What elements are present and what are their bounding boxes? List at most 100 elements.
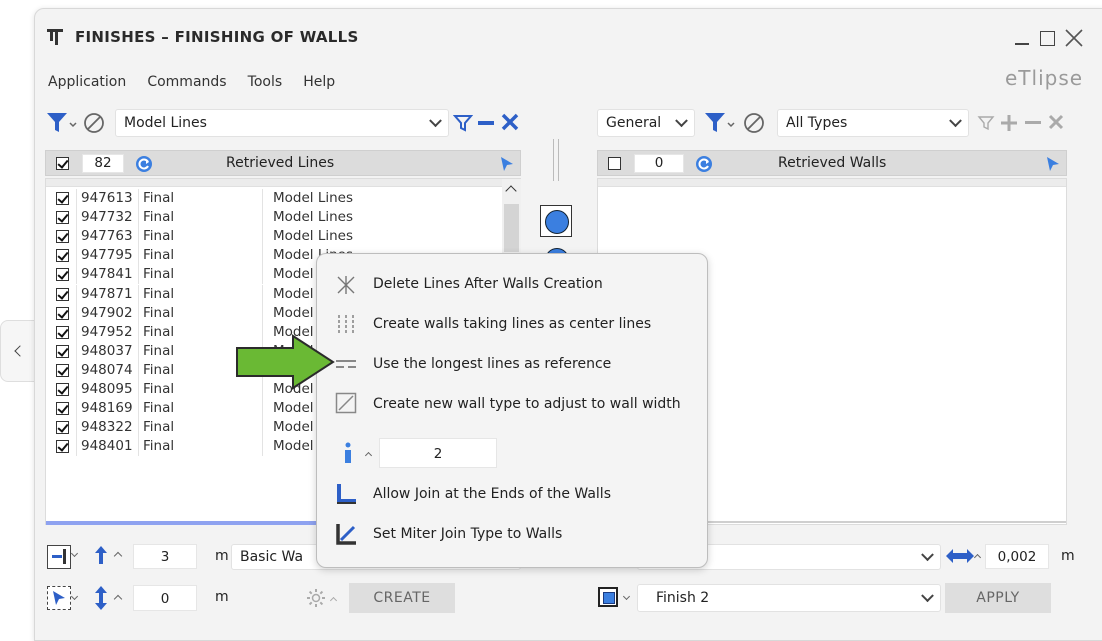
option-new-wall-type[interactable]: Create new wall type to adjust to wall w… xyxy=(373,396,681,412)
general-select[interactable]: General xyxy=(597,109,695,137)
settings-stepper-icon[interactable] xyxy=(329,596,338,605)
filter-apply-icon[interactable] xyxy=(452,113,474,133)
create-walls-button[interactable] xyxy=(540,205,572,237)
align-dropdown-button[interactable] xyxy=(45,543,79,569)
side-collapse-button[interactable] xyxy=(0,320,36,382)
row-checkbox[interactable] xyxy=(56,421,69,435)
menu-application[interactable]: Application xyxy=(48,74,126,90)
finish-style-dropdown-button[interactable] xyxy=(597,585,631,611)
apply-button[interactable]: APPLY xyxy=(945,583,1051,613)
menu-commands[interactable]: Commands xyxy=(147,74,226,90)
select-all-lines-checkbox[interactable] xyxy=(56,157,69,170)
filter-icon xyxy=(47,113,77,132)
height-input[interactable]: 3 xyxy=(133,544,197,569)
minimize-button[interactable] xyxy=(1013,29,1031,47)
close-button[interactable] xyxy=(1063,27,1085,49)
refresh-walls-icon[interactable] xyxy=(694,154,714,174)
option-delete-lines[interactable]: Delete Lines After Walls Creation xyxy=(373,276,603,292)
offset-icon xyxy=(91,585,111,611)
lines-list-title: Retrieved Lines xyxy=(226,155,335,171)
filter-icon xyxy=(705,113,735,132)
menu-tools[interactable]: Tools xyxy=(248,74,283,90)
row-phase: Final xyxy=(138,418,262,438)
chevron-down-icon xyxy=(429,114,442,128)
option-number-input[interactable]: 2 xyxy=(379,438,497,468)
join-ends-icon xyxy=(335,483,357,505)
thickness-input[interactable]: 0,002 xyxy=(985,544,1049,569)
types-select[interactable]: All Types xyxy=(777,109,969,137)
types-select-value: All Types xyxy=(786,115,848,131)
right-no-filter-icon[interactable] xyxy=(743,112,765,134)
chevron-down-icon xyxy=(949,114,962,128)
create-button[interactable]: CREATE xyxy=(349,583,455,613)
row-id: 948169 xyxy=(76,399,138,419)
option-longest-lines[interactable]: Use the longest lines as reference xyxy=(373,356,611,372)
row-id: 947613 xyxy=(76,189,138,208)
new-wall-type-icon xyxy=(335,392,357,414)
delete-lines-icon xyxy=(335,274,357,296)
select-lines-cursor-icon[interactable] xyxy=(498,155,516,173)
chevron-down-icon xyxy=(70,549,79,558)
settings-gear-icon[interactable] xyxy=(305,587,327,609)
chevron-down-icon xyxy=(622,592,631,601)
stepper-chevron-icon[interactable] xyxy=(364,451,373,460)
category-select-value: Model Lines xyxy=(124,115,207,131)
scroll-thumb[interactable] xyxy=(504,204,519,252)
row-checkbox[interactable] xyxy=(56,249,69,263)
no-filter-icon[interactable] xyxy=(83,112,105,134)
row-checkbox[interactable] xyxy=(56,211,69,225)
table-row[interactable]: 947732 Final Model Lines xyxy=(46,208,502,228)
row-checkbox[interactable] xyxy=(56,440,69,454)
finish-square-icon xyxy=(598,587,618,607)
row-phase: Final xyxy=(138,284,262,304)
right-filter-dropdown-button[interactable] xyxy=(703,109,737,137)
table-row[interactable]: 947763 Final Model Lines xyxy=(46,227,502,247)
right-remove-icon[interactable] xyxy=(1023,113,1043,133)
thickness-icon xyxy=(945,545,975,567)
row-id: 947952 xyxy=(76,322,138,342)
row-checkbox[interactable] xyxy=(56,268,69,282)
maximize-button[interactable] xyxy=(1038,29,1056,47)
row-phase: Final xyxy=(138,189,262,208)
remove-icon[interactable] xyxy=(476,113,496,133)
row-checkbox[interactable] xyxy=(56,383,69,396)
option-center-lines[interactable]: Create walls taking lines as center line… xyxy=(373,316,651,332)
option-join-ends[interactable]: Allow Join at the Ends of the Walls xyxy=(373,486,611,502)
refresh-lines-icon[interactable] xyxy=(134,154,154,174)
thickness-stepper-icon[interactable] xyxy=(973,553,982,562)
center-lines-icon xyxy=(335,313,357,335)
row-checkbox[interactable] xyxy=(56,306,69,320)
offset-input[interactable]: 0 xyxy=(133,585,197,611)
row-id: 947871 xyxy=(76,284,138,304)
row-id: 947902 xyxy=(76,303,138,323)
option-miter-join[interactable]: Set Miter Join Type to Walls xyxy=(373,526,562,542)
right-filter-apply-icon[interactable] xyxy=(977,114,995,132)
select-region-dropdown-button[interactable] xyxy=(45,584,79,612)
select-walls-cursor-icon[interactable] xyxy=(1044,155,1062,173)
select-all-walls-checkbox[interactable] xyxy=(608,157,621,170)
row-checkbox[interactable] xyxy=(56,287,69,301)
category-select[interactable]: Model Lines xyxy=(115,109,449,137)
right-clear-icon[interactable] xyxy=(1046,112,1066,132)
app-logo-icon xyxy=(45,27,65,47)
height-stepper-icon[interactable] xyxy=(113,551,123,561)
walls-column-headers xyxy=(598,179,1066,187)
filter-dropdown-button[interactable] xyxy=(45,109,79,137)
table-row[interactable]: 947613 Final Model Lines xyxy=(46,189,502,208)
wall-type-value: Basic Wa xyxy=(240,549,304,565)
menu-help[interactable]: Help xyxy=(303,74,335,90)
right-add-icon[interactable] xyxy=(999,113,1019,133)
chevron-down-icon xyxy=(675,114,688,128)
row-checkbox[interactable] xyxy=(56,402,69,416)
row-checkbox[interactable] xyxy=(56,230,69,244)
row-checkbox[interactable] xyxy=(56,325,69,339)
row-checkbox[interactable] xyxy=(56,344,69,358)
row-checkbox[interactable] xyxy=(56,363,69,377)
offset-stepper-icon[interactable] xyxy=(113,594,123,604)
scroll-up-icon[interactable] xyxy=(505,185,517,197)
clear-icon[interactable] xyxy=(499,111,521,133)
chevron-down-icon xyxy=(70,592,79,601)
finish-select[interactable]: Finish 2 xyxy=(637,584,941,612)
row-checkbox[interactable] xyxy=(56,192,69,205)
row-id: 948037 xyxy=(76,341,138,361)
